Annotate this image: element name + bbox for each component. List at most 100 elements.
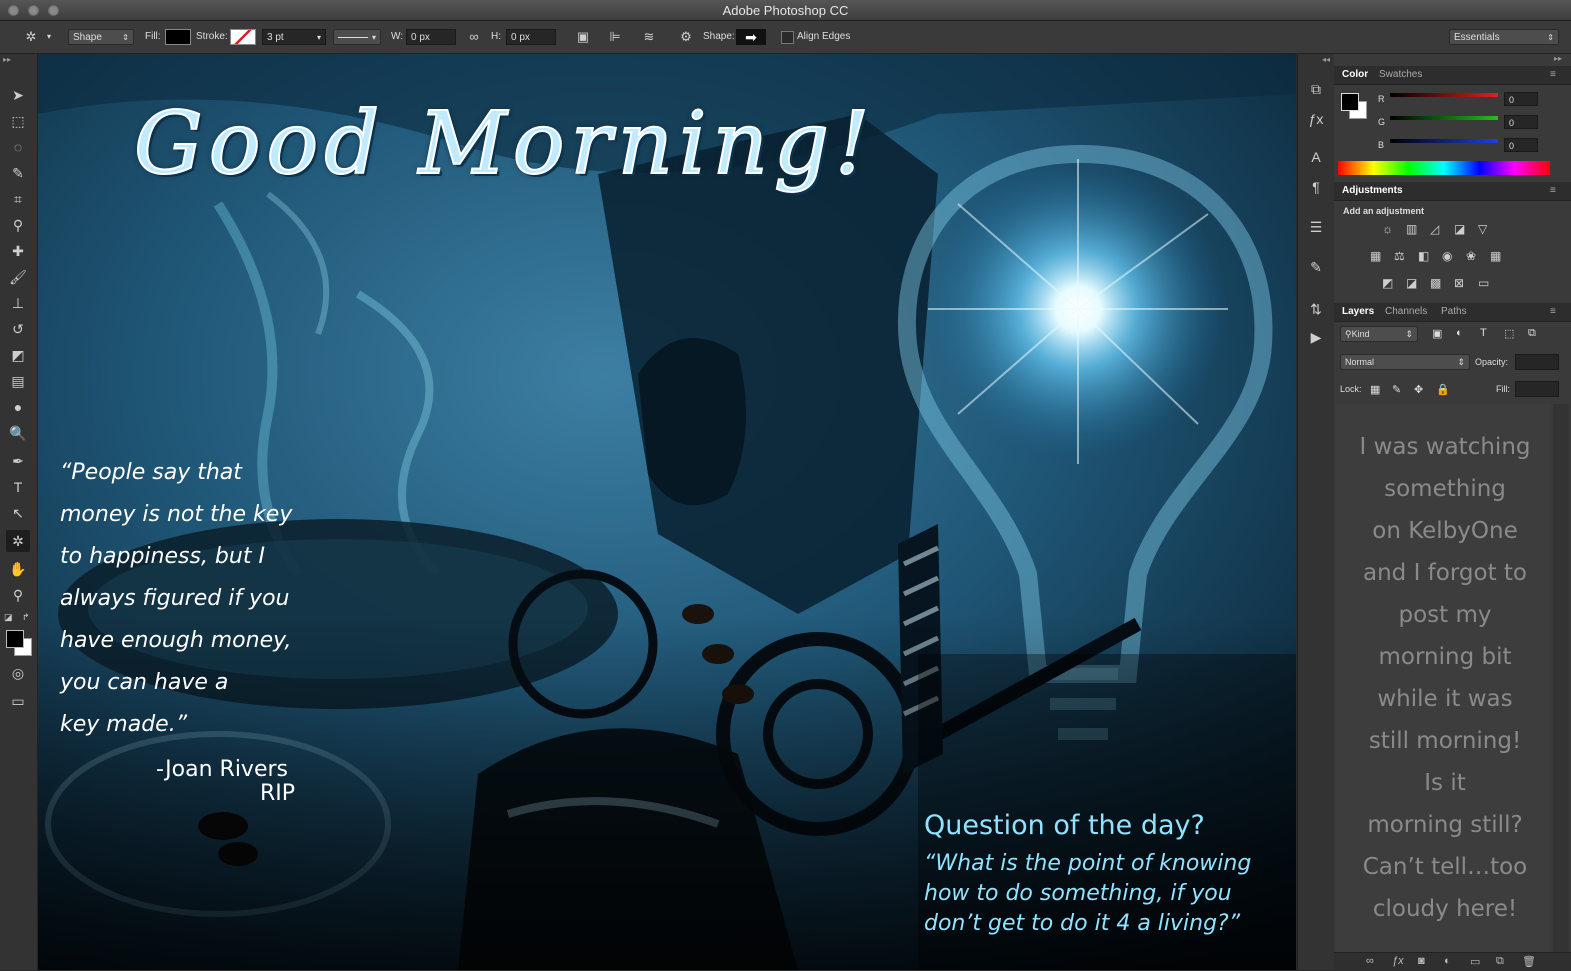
brush-tool-icon[interactable]: 🖌 xyxy=(6,266,30,288)
workspace-select[interactable]: Essentials ⇕ xyxy=(1449,29,1559,45)
hue-saturation-icon[interactable]: ▦ xyxy=(1370,249,1381,263)
brush-presets-icon[interactable]: ✎ xyxy=(1304,256,1328,278)
posterize-icon[interactable]: ◪ xyxy=(1406,276,1417,290)
new-adjustment-layer-icon[interactable]: ◐ xyxy=(1444,955,1451,967)
black-white-icon[interactable]: ◧ xyxy=(1418,249,1429,263)
link-layers-icon[interactable]: ∞ xyxy=(1366,955,1374,967)
curves-icon[interactable]: ◿ xyxy=(1430,222,1439,236)
screen-mode-icon[interactable]: ▭ xyxy=(6,690,30,712)
dodge-tool-icon[interactable]: 🔍 xyxy=(6,422,30,444)
type-tool-icon[interactable]: T xyxy=(6,476,30,498)
eraser-tool-icon[interactable]: ◩ xyxy=(6,344,30,366)
g-value[interactable]: 0 xyxy=(1504,115,1538,129)
clone-source-icon[interactable]: ⇅ xyxy=(1304,298,1328,320)
threshold-icon[interactable]: ▩ xyxy=(1430,276,1441,290)
lock-transparent-icon[interactable]: ▦ xyxy=(1370,383,1380,396)
channel-mixer-icon[interactable]: ❀ xyxy=(1466,249,1476,263)
tab-swatches[interactable]: Swatches xyxy=(1379,69,1422,80)
invert-icon[interactable]: ◩ xyxy=(1382,276,1393,290)
height-field[interactable]: 0 px xyxy=(506,29,556,45)
fill-swatch[interactable] xyxy=(165,29,191,45)
pen-tool-icon[interactable]: ✒ xyxy=(6,450,30,472)
width-field[interactable]: 0 px xyxy=(406,29,456,45)
actions-play-icon[interactable]: ▶ xyxy=(1304,326,1328,348)
lock-position-icon[interactable]: ✥ xyxy=(1414,383,1423,396)
g-slider[interactable] xyxy=(1390,116,1498,120)
arrow-shape-picker[interactable]: ➡ xyxy=(736,29,766,45)
properties-panel-icon[interactable]: ☰ xyxy=(1304,216,1328,238)
custom-shape-tool-icon[interactable]: ✲ xyxy=(20,29,42,45)
custom-shape-tool-active-icon[interactable]: ✲ xyxy=(6,530,30,552)
color-balance-icon[interactable]: ⚖ xyxy=(1394,249,1405,263)
blend-mode-select[interactable]: Normal ⇕ xyxy=(1340,354,1470,370)
healing-brush-tool-icon[interactable]: ✚ xyxy=(6,240,30,262)
filter-shape-icon[interactable]: ⬚ xyxy=(1504,327,1514,340)
history-brush-tool-icon[interactable]: ↺ xyxy=(6,318,30,340)
color-lookup-icon[interactable]: ▦ xyxy=(1490,249,1501,263)
tab-layers[interactable]: Layers xyxy=(1342,306,1374,317)
add-mask-icon[interactable]: ◙ xyxy=(1418,955,1425,967)
character-panel-icon[interactable]: A xyxy=(1304,146,1328,168)
path-operations-icon[interactable]: ▣ xyxy=(574,29,592,45)
layers-menu-icon[interactable]: ≡ xyxy=(1550,306,1556,317)
color-spectrum-ramp[interactable] xyxy=(1338,161,1550,175)
link-icon[interactable]: ∞ xyxy=(465,29,483,45)
stroke-width-field[interactable]: 3 pt ▾ xyxy=(262,29,326,45)
tab-channels[interactable]: Channels xyxy=(1385,306,1427,317)
path-selection-tool-icon[interactable]: ↖ xyxy=(6,502,30,524)
crop-tool-icon[interactable]: ⌗ xyxy=(6,188,30,210)
document-canvas[interactable]: Good Morning! “People say that money is … xyxy=(38,54,1296,970)
eyedropper-tool-icon[interactable]: ⚲ xyxy=(6,214,30,236)
path-alignment-icon[interactable]: ⊫ xyxy=(606,29,624,45)
b-value[interactable]: 0 xyxy=(1504,138,1538,152)
brightness-contrast-icon[interactable]: ☼ xyxy=(1382,222,1393,236)
clone-stamp-tool-icon[interactable]: ⊥ xyxy=(6,292,30,314)
default-colors-icon[interactable]: ◪ xyxy=(4,612,13,623)
styles-panel-icon[interactable]: ƒx xyxy=(1304,108,1328,130)
filter-pixel-icon[interactable]: ▣ xyxy=(1432,327,1442,340)
opacity-field[interactable] xyxy=(1515,354,1559,370)
color-fg-swatch[interactable] xyxy=(1341,93,1359,111)
quick-mask-icon[interactable]: ◎ xyxy=(6,662,30,684)
layer-style-icon[interactable]: ƒx xyxy=(1392,955,1404,967)
blur-tool-icon[interactable]: ● xyxy=(6,396,30,418)
align-edges-checkbox[interactable] xyxy=(781,31,794,44)
collapse-panels-icon[interactable]: ▸▸ xyxy=(1554,54,1562,63)
tab-adjustments[interactable]: Adjustments xyxy=(1342,185,1403,196)
gradient-tool-icon[interactable]: ▤ xyxy=(6,370,30,392)
path-arrangement-icon[interactable]: ≋ xyxy=(640,29,658,45)
filter-smart-object-icon[interactable]: ⧉ xyxy=(1528,327,1536,340)
selective-color-icon[interactable]: ⊠ xyxy=(1454,276,1464,290)
swap-colors-icon[interactable]: ↱ xyxy=(22,612,30,623)
stroke-type-select[interactable]: ▾ xyxy=(333,29,381,45)
layer-filter-select[interactable]: ⚲Kind ⇕ xyxy=(1340,326,1418,342)
filter-type-icon[interactable]: T xyxy=(1480,327,1487,339)
tool-preset-dropdown[interactable]: ▾ xyxy=(47,29,51,45)
new-layer-icon[interactable]: ⧉ xyxy=(1496,955,1504,968)
lock-pixels-icon[interactable]: ✎ xyxy=(1392,383,1401,396)
photo-filter-icon[interactable]: ◉ xyxy=(1442,249,1452,263)
paragraph-panel-icon[interactable]: ¶ xyxy=(1304,176,1328,198)
lock-all-icon[interactable]: 🔒 xyxy=(1436,383,1450,396)
history-panel-icon[interactable]: ⧉ xyxy=(1304,78,1328,100)
move-tool-icon[interactable]: ➤ xyxy=(6,84,30,106)
r-value[interactable]: 0 xyxy=(1504,92,1538,106)
fill-field[interactable] xyxy=(1515,381,1559,397)
vibrance-icon[interactable]: ▽ xyxy=(1478,222,1487,236)
tool-mode-select[interactable]: Shape ⇕ xyxy=(68,29,134,45)
new-group-icon[interactable]: ▭ xyxy=(1470,955,1480,968)
gradient-map-icon[interactable]: ▭ xyxy=(1478,276,1489,290)
adjustments-menu-icon[interactable]: ≡ xyxy=(1550,185,1556,196)
panel-menu-icon[interactable]: ≡ xyxy=(1550,69,1556,80)
layers-scrollbar[interactable] xyxy=(1553,404,1569,952)
r-slider[interactable] xyxy=(1390,93,1498,97)
foreground-color-swatch[interactable] xyxy=(6,630,24,648)
filter-adjustment-icon[interactable]: ◐ xyxy=(1456,327,1463,339)
hand-tool-icon[interactable]: ✋ xyxy=(6,558,30,580)
zoom-tool-icon[interactable]: ⚲ xyxy=(6,584,30,606)
gear-icon[interactable]: ⚙ xyxy=(677,29,695,45)
lasso-tool-icon[interactable]: ◌ xyxy=(6,136,30,158)
quick-selection-tool-icon[interactable]: ✎ xyxy=(6,162,30,184)
delete-layer-icon[interactable]: 🗑 xyxy=(1522,955,1536,968)
tab-paths[interactable]: Paths xyxy=(1441,306,1467,317)
